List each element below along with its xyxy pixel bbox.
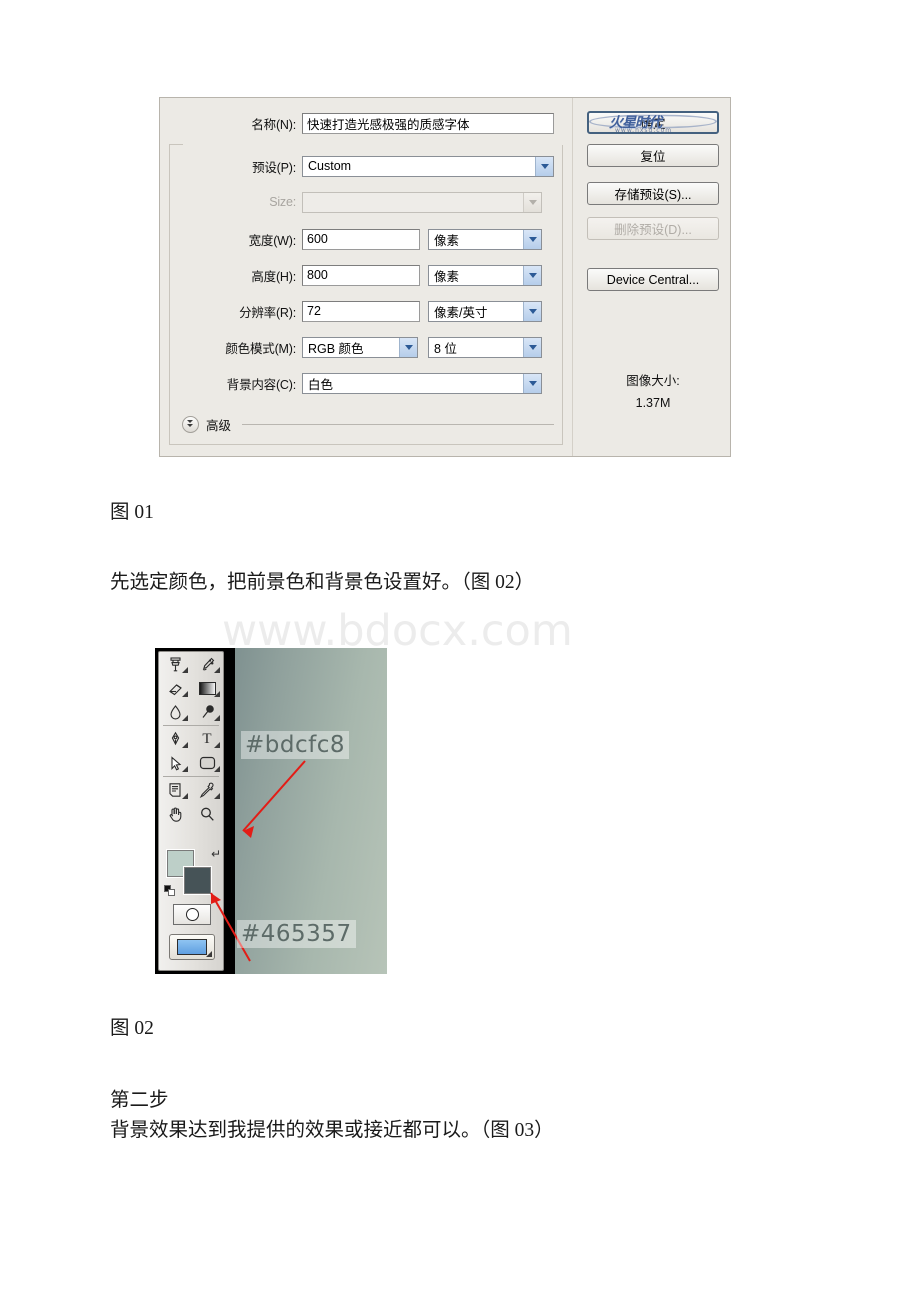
dialog-left-pane: 名称(N): 快速打造光感极强的质感字体 预设(P): Custom Size:… [160,98,572,456]
preset-value: Custom [308,159,352,173]
reset-button[interactable]: 复位 [587,144,719,167]
height-unit-value: 像素 [434,269,460,284]
ok-button[interactable]: 确定 [587,111,719,134]
default-colors-icon[interactable] [164,885,175,896]
advanced-disclosure[interactable]: 高级 [182,415,554,434]
size-row: Size: [160,189,572,215]
height-input[interactable]: 800 [302,264,420,286]
color-mode-value: RGB 颜色 [308,341,364,356]
foreground-hex-label: #bdcfc8 [241,731,349,759]
type-tool-icon[interactable]: T [191,727,223,751]
advanced-divider [242,424,554,425]
path-selection-tool-icon[interactable] [159,751,191,775]
preset-dropdown[interactable]: Custom [302,155,554,177]
clone-stamp-tool-icon[interactable] [159,652,191,676]
resolution-label: 分辨率(R): [239,305,296,320]
dodge-tool-icon[interactable] [191,700,223,724]
chevron-down-icon [535,156,553,176]
tool-row [159,676,223,700]
bit-depth-value: 8 位 [434,341,457,356]
quick-mask-icon [185,908,199,921]
width-unit-dropdown[interactable]: 像素 [428,228,542,250]
color-mode-dropdown[interactable]: RGB 颜色 [302,336,418,358]
chevron-down-icon [523,301,541,321]
tool-row [159,652,223,676]
chevron-down-icon [523,229,541,249]
page-watermark: www.bdocx.com [222,606,573,656]
tool-row [159,778,223,802]
size-dropdown [302,191,542,213]
height-label: 高度(H): [251,269,296,284]
eyedropper-tool-icon[interactable] [191,778,223,802]
tool-row [159,802,223,826]
figure1-caption: 图 01 [110,502,154,523]
screen-mode-button[interactable] [169,934,215,960]
image-size-label: 图像大小: [626,374,680,388]
chevron-down-icon [399,337,417,357]
photoshop-tools-panel: T ↵ [158,651,224,971]
image-size-value: 1.37M [635,396,671,410]
background-contents-dropdown[interactable]: 白色 [302,372,542,394]
notes-tool-icon[interactable] [159,778,191,802]
resolution-input[interactable]: 72 [302,300,420,322]
background-contents-value: 白色 [308,377,334,392]
preset-row: 预设(P): Custom [160,153,572,179]
width-unit-value: 像素 [434,233,460,248]
photoshop-toolbar-figure: T ↵ #bdcfc8 #465357 [155,648,387,974]
width-label: 宽度(W): [248,233,297,248]
save-preset-button[interactable]: 存储预设(S)... [587,182,719,205]
chevron-down-icon [523,192,541,212]
paragraph-2-line1: 第二步 [110,1090,169,1111]
history-brush-tool-icon[interactable] [191,652,223,676]
chevron-down-icon [523,265,541,285]
width-row: 宽度(W): 600 像素 [160,226,572,252]
bit-depth-dropdown[interactable]: 8 位 [428,336,542,358]
tool-row [159,700,223,724]
background-contents-row: 背景内容(C): 白色 [160,370,572,396]
paragraph-1: 先选定颜色，把前景色和背景色设置好。（图 02） [110,572,535,593]
paragraph-2-line2: 背景效果达到我提供的效果或接近都可以。（图 03） [110,1120,554,1141]
shape-tool-icon[interactable] [191,751,223,775]
blur-tool-icon[interactable] [159,700,191,724]
screen-mode-icon [177,939,207,955]
name-row: 名称(N): 快速打造光感极强的质感字体 [160,110,572,136]
tool-separator [163,776,219,777]
advanced-label: 高级 [206,419,232,433]
zoom-tool-icon[interactable] [191,802,223,826]
color-mode-row: 颜色模式(M): RGB 颜色 8 位 [160,334,572,360]
figure2-caption: 图 02 [110,1018,154,1039]
resolution-unit-dropdown[interactable]: 像素/英寸 [428,300,542,322]
height-row: 高度(H): 800 像素 [160,262,572,288]
hand-tool-icon[interactable] [159,802,191,826]
gradient-tool-icon[interactable] [191,676,223,700]
device-central-button[interactable]: Device Central... [587,268,719,291]
tool-row [159,751,223,775]
new-document-dialog: 名称(N): 快速打造光感极强的质感字体 预设(P): Custom Size:… [159,97,731,457]
name-label: 名称(N): [251,117,296,132]
color-swatches: ↵ [164,848,222,898]
color-mode-label: 颜色模式(M): [225,341,296,356]
dialog-button-column: 确定 火星时代 www.hxsd.com 复位 存储预设(S)... 删除预设(… [572,98,730,456]
preset-label: 预设(P): [252,160,296,175]
eraser-tool-icon[interactable] [159,676,191,700]
resolution-row: 分辨率(R): 72 像素/英寸 [160,298,572,324]
pen-tool-icon[interactable] [159,727,191,751]
resolution-unit-value: 像素/英寸 [434,305,488,320]
background-hex-label: #465357 [237,920,356,948]
tool-row: T [159,727,223,751]
name-input[interactable]: 快速打造光感极强的质感字体 [302,112,554,134]
size-label: Size: [269,195,296,209]
chevron-down-icon [523,337,541,357]
swap-colors-icon[interactable]: ↵ [211,848,221,860]
quick-mask-toggle[interactable] [173,904,211,925]
width-input[interactable]: 600 [302,228,420,250]
chevron-double-down-icon [182,416,199,433]
delete-preset-button: 删除预设(D)... [587,217,719,240]
chevron-down-icon [523,373,541,393]
background-contents-label: 背景内容(C): [226,377,296,392]
tool-separator [163,725,219,726]
height-unit-dropdown[interactable]: 像素 [428,264,542,286]
background-color-swatch[interactable] [184,867,211,894]
